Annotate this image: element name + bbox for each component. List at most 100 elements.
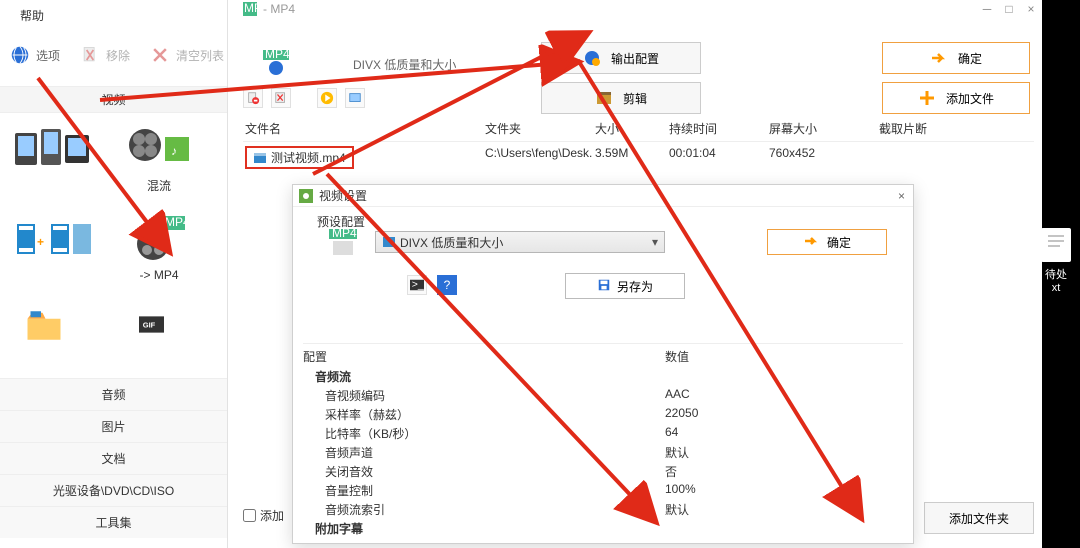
config-table: 配置 数值 音频流音视频编码AAC采样率（赫兹）22050比特率（KB/秒）64… <box>303 343 903 537</box>
svg-text:MP4: MP4 <box>165 215 190 229</box>
terminal-icon[interactable]: >_ <box>407 275 427 295</box>
window-titlebar: MP4 - MP4 <box>243 0 1042 18</box>
th-folder[interactable]: 文件夹 <box>483 120 593 137</box>
preset-dropdown[interactable]: DIVX 低质量和大小 ▾ <box>375 231 665 253</box>
cfg-row[interactable]: 音频流 <box>303 367 903 386</box>
svg-text:MP4: MP4 <box>244 2 257 15</box>
section-video[interactable]: 视频 <box>0 86 227 113</box>
clear-list-icon[interactable] <box>271 88 291 108</box>
dialog-close-icon[interactable]: × <box>898 189 905 203</box>
cfg-key: 采样率（赫兹） <box>303 406 665 423</box>
dialog-ok-button[interactable]: 确定 <box>767 229 887 255</box>
thumb-devices[interactable] <box>8 123 98 194</box>
cell-size: 3.59M <box>593 146 667 169</box>
cfg-value: 22050 <box>665 406 903 423</box>
cfg-key: 关闭音效 <box>303 463 665 480</box>
sidebar-item-optical[interactable]: 光驱设备\DVD\CD\ISO <box>0 474 227 506</box>
film-small-icon <box>382 235 396 249</box>
cfg-value <box>665 368 903 385</box>
cfg-row[interactable]: 比特率（KB/秒）64 <box>303 424 903 443</box>
arrow-right-icon <box>930 49 948 67</box>
cfg-row[interactable]: 关闭音效否 <box>303 462 903 481</box>
help-icon[interactable]: ? <box>437 275 457 295</box>
table-row[interactable]: 测试视频.mp4 C:\Users\feng\Desk.. 3.59M 00:0… <box>243 142 1034 173</box>
video-settings-dialog: 视频设置 × 预设配置 MP4 DIVX 低质量和大小 ▾ 确定 >_ ? <box>292 184 914 544</box>
play-icon[interactable] <box>317 88 337 108</box>
edit-button[interactable]: 剪辑 <box>541 82 701 114</box>
sidebar-item-audio[interactable]: 音频 <box>0 378 227 410</box>
confirm-button[interactable]: 确定 <box>882 42 1030 74</box>
globe-icon <box>8 43 32 67</box>
preset-format-icon: MP4 <box>329 229 357 257</box>
add-file-button[interactable]: 添加文件 <box>882 82 1030 114</box>
options-label: 选项 <box>36 47 60 64</box>
thumb-folder[interactable] <box>8 302 98 356</box>
cell-dim: 760x452 <box>767 146 877 169</box>
chevron-down-icon: ▾ <box>652 235 658 249</box>
profile-label: DIVX 低质量和大小 <box>353 56 456 73</box>
sidebar-item-doc[interactable]: 文档 <box>0 442 227 474</box>
document-x-icon <box>78 43 102 67</box>
cfg-row[interactable]: 采样率（赫兹）22050 <box>303 405 903 424</box>
dialog-title: 视频设置 <box>319 187 367 204</box>
table-header: 文件名 文件夹 大小 持续时间 屏幕大小 截取片断 <box>243 120 1034 142</box>
gear-globe-icon <box>583 49 601 67</box>
text-file-icon <box>1041 228 1071 262</box>
cfg-row[interactable]: 附加字幕 <box>303 519 903 537</box>
add-folder-button[interactable]: 添加文件夹 <box>924 502 1034 534</box>
th-name[interactable]: 文件名 <box>243 120 483 137</box>
confirm-label: 确定 <box>958 50 982 67</box>
options-button[interactable]: 选项 <box>8 43 60 67</box>
clear-label: 清空列表 <box>176 47 224 64</box>
sidebar-item-tools[interactable]: 工具集 <box>0 506 227 538</box>
thumb-combine[interactable]: + <box>8 214 98 282</box>
cfg-value <box>665 520 903 537</box>
save-as-button[interactable]: 另存为 <box>565 273 685 299</box>
cfg-key: 音频声道 <box>303 444 665 461</box>
desktop-file[interactable]: 待处 xt <box>1038 228 1074 294</box>
cell-name: 测试视频.mp4 <box>271 149 346 166</box>
svg-text:+: + <box>37 235 44 249</box>
svg-text:MP4: MP4 <box>332 229 357 240</box>
cfg-key: 音视频编码 <box>303 387 665 404</box>
thumb-gif[interactable]: GIF <box>114 302 204 356</box>
devices-icon <box>13 123 93 173</box>
cfg-row[interactable]: 音视频编码AAC <box>303 386 903 405</box>
remove-button[interactable]: 移除 <box>78 43 130 67</box>
add-file-label: 添加文件 <box>946 90 994 107</box>
sidebar-item-image[interactable]: 图片 <box>0 410 227 442</box>
cfg-row[interactable]: 音频流索引默认 <box>303 500 903 519</box>
output-config-button[interactable]: 输出配置 <box>541 42 701 74</box>
th-duration[interactable]: 持续时间 <box>667 120 767 137</box>
thumb-tomp4-label: -> MP4 <box>114 268 204 282</box>
gif-icon: GIF <box>119 302 199 352</box>
th-size[interactable]: 大小 <box>593 120 667 137</box>
thumb-tomp4[interactable]: MP4 -> MP4 <box>114 214 204 282</box>
cfg-header-value: 数值 <box>665 348 903 365</box>
svg-text:MP4: MP4 <box>265 50 289 61</box>
cfg-header-key: 配置 <box>303 348 665 365</box>
thumbnail-icon[interactable] <box>345 88 365 108</box>
add-folder-checkbox-input[interactable] <box>243 509 256 522</box>
thumb-film-music[interactable]: ♪ 混流 <box>114 123 204 194</box>
cfg-key: 音量控制 <box>303 482 665 499</box>
remove-file-icon[interactable] <box>243 88 263 108</box>
th-dim[interactable]: 屏幕大小 <box>767 120 877 137</box>
cell-duration: 00:01:04 <box>667 146 767 169</box>
file-table: 文件名 文件夹 大小 持续时间 屏幕大小 截取片断 测试视频.mp4 C:\Us… <box>243 120 1034 173</box>
cfg-row[interactable]: 音量控制100% <box>303 481 903 500</box>
add-folder-checkbox[interactable]: 添加 <box>243 507 284 524</box>
cfg-key: 音频流 <box>303 368 665 385</box>
close-icon[interactable]: × <box>1024 2 1038 16</box>
add-folder-checkbox-label: 添加 <box>260 507 284 524</box>
cfg-key: 附加字幕 <box>303 520 665 537</box>
svg-text:>_: >_ <box>412 279 424 291</box>
cfg-row[interactable]: 音频声道默认 <box>303 443 903 462</box>
th-cut[interactable]: 截取片断 <box>877 120 1034 137</box>
maximize-icon[interactable]: □ <box>1002 2 1016 16</box>
add-folder-button-label: 添加文件夹 <box>949 510 1009 527</box>
clear-button[interactable]: 清空列表 <box>148 43 224 67</box>
cfg-value: 默认 <box>665 444 903 461</box>
minimize-icon[interactable]: ─ <box>980 2 994 16</box>
menu-help[interactable]: 帮助 <box>20 7 44 24</box>
